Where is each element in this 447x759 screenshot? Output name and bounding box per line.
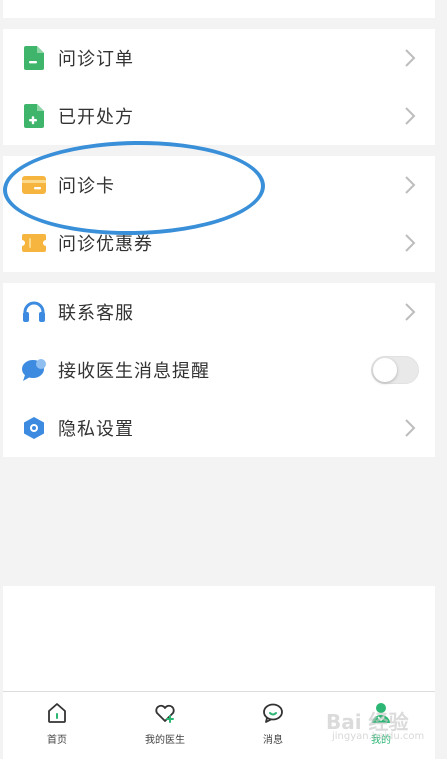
message-icon (263, 703, 283, 723)
menu-item-label: 联系客服 (58, 303, 134, 324)
tab-messages[interactable]: 消息 (219, 692, 327, 759)
menu-item-privacy-settings[interactable]: 隐私设置 (3, 399, 435, 457)
menu-item-label: 隐私设置 (58, 419, 134, 440)
chevron-right-icon (405, 49, 416, 67)
bottom-blank-panel (3, 586, 435, 691)
coupon-icon (21, 230, 47, 256)
card-icon (21, 172, 47, 198)
menu-item-label: 接收医生消息提醒 (58, 361, 210, 382)
orders-group: 问诊订单 已开处方 (3, 29, 435, 145)
headset-icon (21, 299, 47, 325)
tab-mine[interactable]: 我的 (327, 692, 435, 759)
menu-item-customer-service[interactable]: 联系客服 (3, 283, 435, 341)
chevron-right-icon (405, 234, 416, 252)
tab-label: 我的 (371, 735, 391, 746)
chevron-right-icon (405, 176, 416, 194)
toggle-knob (373, 358, 397, 382)
message-reminder-toggle[interactable] (371, 356, 419, 384)
chat-bubble-icon (21, 357, 47, 383)
menu-item-consult-card[interactable]: 问诊卡 (3, 156, 435, 214)
home-icon (48, 703, 66, 723)
document-minus-icon (21, 45, 47, 71)
tab-label: 消息 (263, 735, 283, 746)
menu-item-label: 问诊优惠券 (58, 234, 153, 255)
top-card-edge (3, 0, 435, 18)
menu-item-label: 已开处方 (58, 107, 134, 128)
chevron-right-icon (405, 303, 416, 321)
tab-my-doctor[interactable]: 我的医生 (111, 692, 219, 759)
tab-label: 首页 (47, 735, 67, 746)
screen: 问诊订单 已开处方 问诊卡 问诊优惠券 联系客服 接收医生消息提醒 隐私设置 首… (0, 0, 447, 759)
tab-home[interactable]: 首页 (3, 692, 111, 759)
menu-item-label: 问诊订单 (58, 49, 134, 70)
chevron-right-icon (405, 107, 416, 125)
tab-label: 我的医生 (145, 735, 185, 746)
menu-item-doctor-message-reminder: 接收医生消息提醒 (3, 341, 435, 399)
menu-item-prescriptions[interactable]: 已开处方 (3, 87, 435, 145)
document-plus-icon (21, 103, 47, 129)
heart-plus-icon (155, 704, 175, 723)
menu-item-coupons[interactable]: 问诊优惠券 (3, 214, 435, 272)
privacy-settings-icon (21, 415, 47, 441)
bottom-tab-bar: 首页 我的医生 消息 我的 (3, 691, 435, 759)
cards-group: 问诊卡 问诊优惠券 (3, 156, 435, 272)
menu-item-consult-orders[interactable]: 问诊订单 (3, 29, 435, 87)
user-icon (372, 703, 390, 723)
settings-group: 联系客服 接收医生消息提醒 隐私设置 (3, 283, 435, 457)
menu-item-label: 问诊卡 (58, 176, 115, 197)
chevron-right-icon (405, 419, 416, 437)
